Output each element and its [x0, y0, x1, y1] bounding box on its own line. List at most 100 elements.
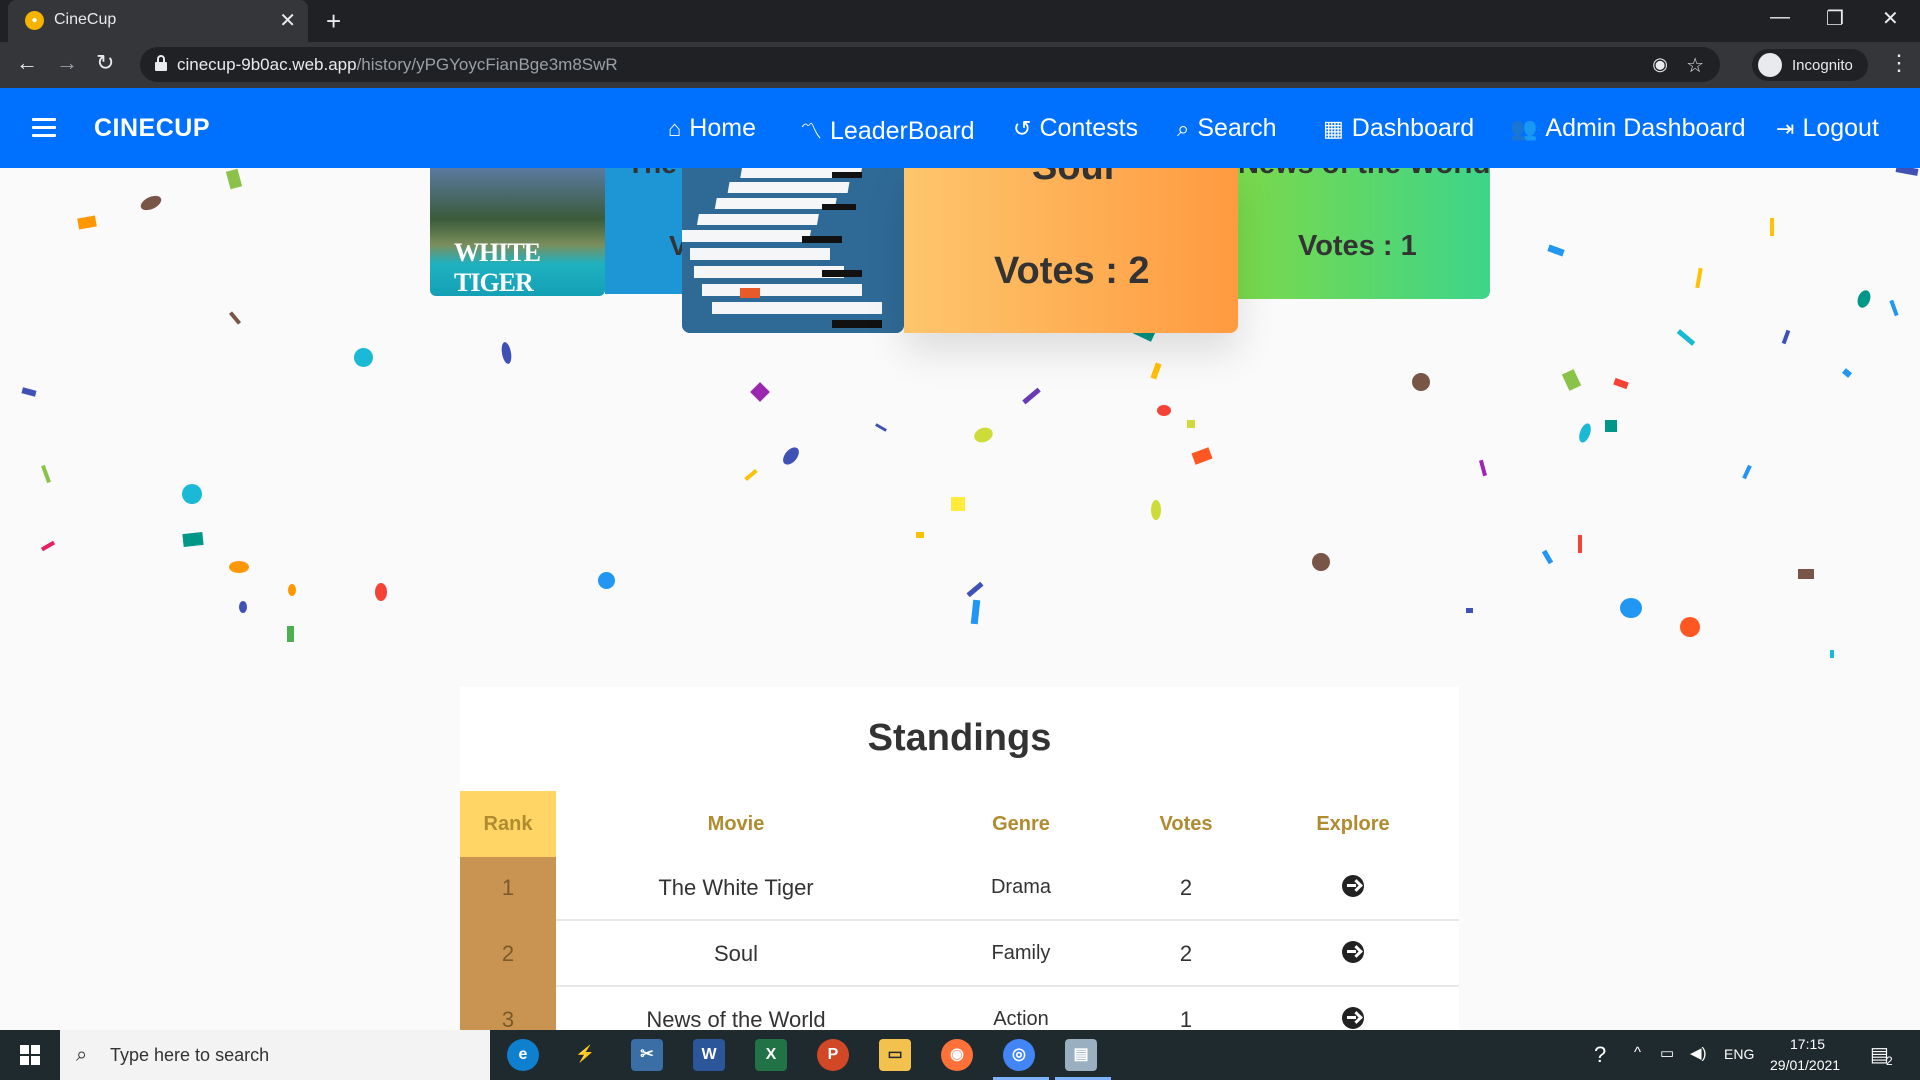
- windows-start-icon[interactable]: [20, 1045, 40, 1065]
- close-window-icon[interactable]: ✕: [1882, 6, 1899, 31]
- explore-arrow-icon[interactable]: [1342, 1007, 1364, 1029]
- taskbar-search[interactable]: ⌕ Type here to search: [60, 1030, 490, 1080]
- browser-menu-icon[interactable]: ⋮: [1888, 50, 1910, 76]
- home-icon: ⌂: [668, 116, 682, 141]
- confetti-piece: [1478, 459, 1488, 477]
- soul-poster[interactable]: [682, 168, 904, 333]
- confetti-piece: [40, 540, 56, 552]
- confetti-piece: [1561, 369, 1582, 391]
- reload-icon[interactable]: ↻: [96, 50, 114, 76]
- bookmark-star-icon[interactable]: ☆: [1686, 53, 1704, 78]
- browser-toolbar: ← → ↻ cinecup-9b0ac.web.app/history/yPGY…: [0, 42, 1920, 88]
- confetti-piece: [225, 168, 243, 190]
- confetti-piece: [970, 599, 981, 625]
- explore-arrow-icon[interactable]: [1342, 941, 1364, 963]
- firefox-icon[interactable]: ◉: [941, 1039, 973, 1071]
- row-1-genre: Drama: [990, 876, 1051, 898]
- app-navbar: CINECUP ⌂ Home 〽 LeaderBoard ↺ Contests ⌕ Se…: [0, 88, 1920, 168]
- confetti-piece: [972, 425, 995, 445]
- confetti-piece: [1605, 420, 1617, 432]
- cinecup-favicon-icon: ●: [25, 11, 44, 30]
- app-window-icon[interactable]: ▤: [1065, 1039, 1097, 1071]
- group-icon: 👥: [1510, 116, 1538, 141]
- row-3-genre: Action: [993, 1008, 1049, 1030]
- white-tiger-card[interactable]: The V: [605, 148, 688, 294]
- nav-dashboard[interactable]: ▦ Dashboard: [1323, 114, 1474, 143]
- row-3-rank: 3: [501, 1007, 515, 1030]
- confetti-piece: [1842, 368, 1852, 378]
- soul-poster-art: [682, 168, 904, 333]
- word-icon[interactable]: W: [693, 1039, 725, 1071]
- confetti-piece: [1770, 218, 1774, 236]
- nav-admin-dashboard[interactable]: 👥 Admin Dashboard: [1510, 114, 1746, 143]
- battery-icon[interactable]: ▭: [1660, 1044, 1674, 1062]
- confetti-piece: [951, 497, 965, 511]
- row-1-movie: The White Tiger: [658, 875, 814, 900]
- trending-icon: 〽: [800, 119, 823, 144]
- confetti-piece: [1798, 569, 1814, 579]
- minimize-icon[interactable]: —: [1770, 6, 1790, 29]
- browser-tab[interactable]: ● CineCup ✕: [8, 0, 308, 42]
- clock-time[interactable]: 17:15: [1790, 1036, 1825, 1052]
- brand-logo[interactable]: CINECUP: [94, 114, 210, 143]
- news-of-the-world-card[interactable]: News of the World Votes : 1: [1238, 148, 1490, 299]
- new-tab-icon[interactable]: +: [326, 6, 341, 37]
- standings-panel: Standings Rank Movie Genre Votes Explore…: [460, 687, 1459, 1030]
- tracking-blocked-icon[interactable]: ◉: [1652, 54, 1668, 75]
- standings-title: Standings: [867, 717, 1052, 759]
- close-tab-icon[interactable]: ✕: [279, 8, 296, 33]
- nav-search[interactable]: ⌕ Search: [1177, 114, 1277, 143]
- confetti-piece: [750, 382, 770, 402]
- clock-date[interactable]: 29/01/2021: [1770, 1057, 1840, 1073]
- logout-icon: ⇥: [1776, 116, 1795, 141]
- help-icon[interactable]: ?: [1594, 1042, 1606, 1068]
- white-tiger-poster[interactable]: WHITE TIGER: [430, 168, 605, 296]
- news-card-votes: Votes : 1: [1298, 230, 1417, 262]
- confetti-piece: [182, 531, 204, 548]
- hamburger-menu-icon[interactable]: [32, 118, 56, 138]
- row-divider: [556, 985, 1459, 987]
- search-icon: ⌕: [76, 1044, 88, 1066]
- chrome-icon[interactable]: ◎: [1003, 1039, 1035, 1071]
- excel-icon[interactable]: X: [755, 1039, 787, 1071]
- nav-home[interactable]: ⌂ Home: [668, 114, 756, 143]
- nav-logout[interactable]: ⇥ Logout: [1776, 114, 1879, 143]
- confetti-piece: [966, 581, 984, 598]
- nav-contests[interactable]: ↺ Contests: [1013, 114, 1138, 143]
- app-bolt-icon[interactable]: ⚡: [569, 1039, 601, 1071]
- header-movie: Movie: [707, 813, 765, 835]
- nav-leaderboard[interactable]: 〽 LeaderBoard: [800, 114, 975, 146]
- snipping-tool-icon[interactable]: ✂: [631, 1039, 663, 1071]
- chevron-up-icon[interactable]: ^: [1634, 1044, 1641, 1061]
- incognito-icon: [1758, 53, 1782, 77]
- powerpoint-icon[interactable]: P: [817, 1039, 849, 1071]
- row-2-genre: Family: [991, 942, 1051, 964]
- address-bar[interactable]: cinecup-9b0ac.web.app/history/yPGYoycFia…: [140, 47, 1720, 82]
- confetti-piece: [1150, 362, 1162, 380]
- file-explorer-icon[interactable]: ▭: [879, 1039, 911, 1071]
- edge-icon[interactable]: e: [507, 1039, 539, 1071]
- url-text: cinecup-9b0ac.web.app/history/yPGYoycFia…: [177, 55, 618, 75]
- confetti-piece: [375, 583, 387, 601]
- nav-leaderboard-label: LeaderBoard: [830, 117, 975, 145]
- restore-icon[interactable]: ❐: [1826, 6, 1844, 31]
- nav-dashboard-label: Dashboard: [1351, 114, 1475, 142]
- row-divider: [556, 919, 1459, 921]
- search-icon: ⌕: [1177, 116, 1190, 141]
- soul-card[interactable]: Soul Votes : 2: [904, 146, 1238, 333]
- language-indicator[interactable]: ENG: [1724, 1046, 1754, 1062]
- header-votes: Votes: [1159, 813, 1213, 835]
- nav-admin-dashboard-label: Admin Dashboard: [1545, 114, 1746, 142]
- confetti-piece: [138, 192, 164, 214]
- volume-icon[interactable]: ◀): [1690, 1044, 1707, 1062]
- poster-title-text: WHITE TIGER: [454, 238, 541, 296]
- incognito-badge[interactable]: Incognito: [1752, 49, 1868, 81]
- explore-arrow-icon[interactable]: [1342, 875, 1364, 897]
- confetti-piece: [354, 348, 373, 367]
- confetti-piece: [1576, 421, 1594, 445]
- forward-icon[interactable]: →: [56, 50, 78, 76]
- confetti-piece: [1889, 299, 1899, 317]
- confetti-piece: [41, 464, 51, 484]
- back-icon[interactable]: ←: [16, 50, 38, 76]
- lock-icon: [155, 55, 167, 71]
